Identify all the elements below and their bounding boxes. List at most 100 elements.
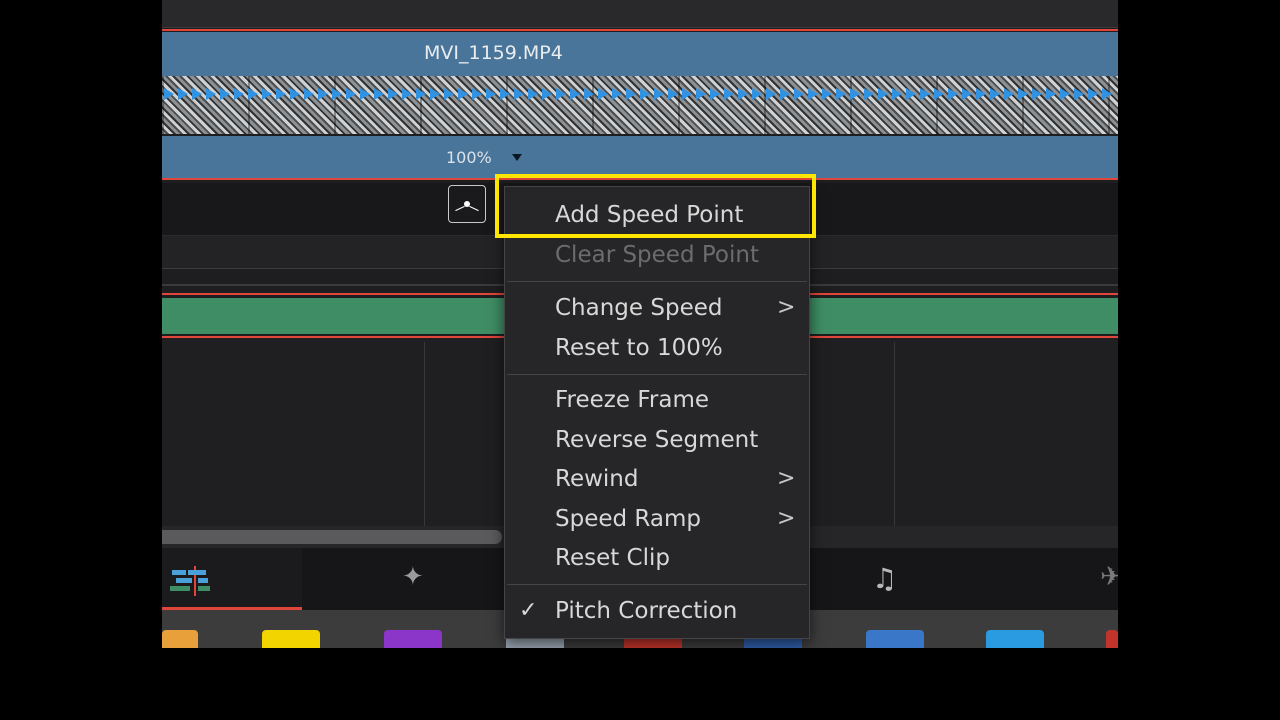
clip-name-label: MVI_1159.MP4 bbox=[424, 42, 563, 64]
menu-item-reset-to-100[interactable]: Reset to 100% bbox=[555, 335, 723, 361]
highlight-box bbox=[495, 174, 816, 238]
speed-arrow-icon bbox=[934, 88, 944, 100]
speed-arrow-icon bbox=[472, 88, 482, 100]
menu-item-speed-ramp[interactable]: Speed Ramp bbox=[555, 506, 701, 532]
speed-arrow-icon bbox=[1074, 88, 1084, 100]
speed-arrow-icon bbox=[626, 88, 636, 100]
speed-arrow-icon bbox=[976, 88, 986, 100]
speed-arrow-icon bbox=[836, 88, 846, 100]
taskbar-app-icon[interactable] bbox=[1106, 630, 1118, 648]
speed-arrow-icon bbox=[1060, 88, 1070, 100]
speed-arrow-icon bbox=[178, 88, 188, 100]
menu-separator bbox=[507, 281, 807, 282]
fusion-magic-icon[interactable]: ✦ bbox=[402, 562, 424, 592]
speed-arrow-icon bbox=[570, 88, 580, 100]
taskbar-app-icon[interactable] bbox=[384, 630, 442, 648]
track-gridline bbox=[424, 342, 425, 526]
speed-arrow-icon bbox=[388, 88, 398, 100]
video-clip-header[interactable] bbox=[162, 32, 1118, 76]
retime-context-menu: Add Speed Point Clear Speed Point Change… bbox=[504, 186, 810, 639]
speed-arrow-icon bbox=[990, 88, 1000, 100]
speed-arrow-icon bbox=[864, 88, 874, 100]
speed-arrow-icon bbox=[276, 88, 286, 100]
speed-arrow-icon bbox=[696, 88, 706, 100]
edit-page-icon[interactable] bbox=[168, 566, 212, 596]
menu-item-reset-clip[interactable]: Reset Clip bbox=[555, 545, 670, 571]
speed-arrow-icon bbox=[1046, 88, 1056, 100]
speed-arrow-icon bbox=[360, 88, 370, 100]
speed-arrow-icon bbox=[710, 88, 720, 100]
speed-arrow-icon bbox=[486, 88, 496, 100]
speed-arrow-icon bbox=[738, 88, 748, 100]
speed-arrow-icon bbox=[822, 88, 832, 100]
menu-item-freeze-frame[interactable]: Freeze Frame bbox=[555, 387, 709, 413]
speed-arrow-icon bbox=[850, 88, 860, 100]
retime-speed-bar[interactable] bbox=[162, 136, 1118, 178]
speed-arrow-icon bbox=[500, 88, 510, 100]
speed-arrow-icon bbox=[542, 88, 552, 100]
speed-arrow-icon bbox=[248, 88, 258, 100]
taskbar-app-icon[interactable] bbox=[986, 630, 1044, 648]
track-boundary-line bbox=[162, 29, 1118, 31]
speed-arrow-icon bbox=[1018, 88, 1028, 100]
menu-separator bbox=[507, 374, 807, 375]
menu-item-rewind[interactable]: Rewind bbox=[555, 466, 638, 492]
speed-arrow-icon bbox=[668, 88, 678, 100]
speed-arrow-icon bbox=[654, 88, 664, 100]
deliver-rocket-icon[interactable]: ✈ bbox=[1100, 562, 1118, 592]
speed-arrow-icon bbox=[416, 88, 426, 100]
submenu-arrow-icon: > bbox=[777, 466, 796, 491]
speed-arrow-icon bbox=[1088, 88, 1098, 100]
speed-arrow-icon bbox=[304, 88, 314, 100]
speed-arrow-icon bbox=[724, 88, 734, 100]
speed-arrow-icon bbox=[640, 88, 650, 100]
speed-arrow-icon bbox=[892, 88, 902, 100]
speed-arrow-icon bbox=[458, 88, 468, 100]
speed-arrow-icon bbox=[164, 88, 174, 100]
speed-arrow-icon bbox=[766, 88, 776, 100]
speed-arrow-icon bbox=[262, 88, 272, 100]
taskbar-app-icon[interactable] bbox=[262, 630, 320, 648]
menu-item-pitch-correction[interactable]: Pitch Correction bbox=[555, 598, 737, 624]
menu-item-reverse-segment[interactable]: Reverse Segment bbox=[555, 427, 758, 453]
speed-arrow-icon bbox=[878, 88, 888, 100]
timeline-scrollbar-thumb[interactable] bbox=[162, 530, 502, 544]
taskbar-folder-icon[interactable] bbox=[162, 630, 198, 648]
speed-arrows-indicator bbox=[162, 88, 1118, 102]
speed-arrow-icon bbox=[682, 88, 692, 100]
track-gridline bbox=[894, 342, 895, 526]
submenu-arrow-icon: > bbox=[777, 506, 796, 531]
speed-arrow-icon bbox=[430, 88, 440, 100]
speed-arrow-icon bbox=[528, 88, 538, 100]
clip-thumbnail-strip[interactable] bbox=[162, 76, 1118, 134]
speed-arrow-icon bbox=[192, 88, 202, 100]
speed-dropdown-caret-icon[interactable] bbox=[512, 154, 522, 161]
speed-arrow-icon bbox=[906, 88, 916, 100]
speed-arrow-icon bbox=[920, 88, 930, 100]
speed-arrow-icon bbox=[584, 88, 594, 100]
speed-arrow-icon bbox=[752, 88, 762, 100]
menu-item-clear-speed-point: Clear Speed Point bbox=[555, 242, 759, 268]
speed-arrow-icon bbox=[332, 88, 342, 100]
speed-arrow-icon bbox=[220, 88, 230, 100]
taskbar-app-icon[interactable] bbox=[866, 630, 924, 648]
speed-arrow-icon bbox=[346, 88, 356, 100]
menu-separator bbox=[507, 584, 807, 585]
menu-item-change-speed[interactable]: Change Speed bbox=[555, 295, 722, 321]
checkmark-icon: ✓ bbox=[519, 598, 538, 623]
timeline-ruler bbox=[162, 0, 1118, 28]
speed-percent-label[interactable]: 100% bbox=[446, 148, 492, 167]
speed-arrow-icon bbox=[808, 88, 818, 100]
speed-arrow-icon bbox=[1032, 88, 1042, 100]
speed-arrow-icon bbox=[1004, 88, 1014, 100]
speed-arrow-icon bbox=[318, 88, 328, 100]
speed-arrow-icon bbox=[514, 88, 524, 100]
speed-arrow-icon bbox=[962, 88, 972, 100]
speed-arrow-icon bbox=[206, 88, 216, 100]
retime-curve-icon[interactable] bbox=[448, 185, 486, 223]
speed-arrow-icon bbox=[402, 88, 412, 100]
speed-arrow-icon bbox=[794, 88, 804, 100]
fairlight-music-icon[interactable]: ♫ bbox=[872, 562, 897, 595]
speed-arrow-icon bbox=[556, 88, 566, 100]
speed-arrow-icon bbox=[612, 88, 622, 100]
